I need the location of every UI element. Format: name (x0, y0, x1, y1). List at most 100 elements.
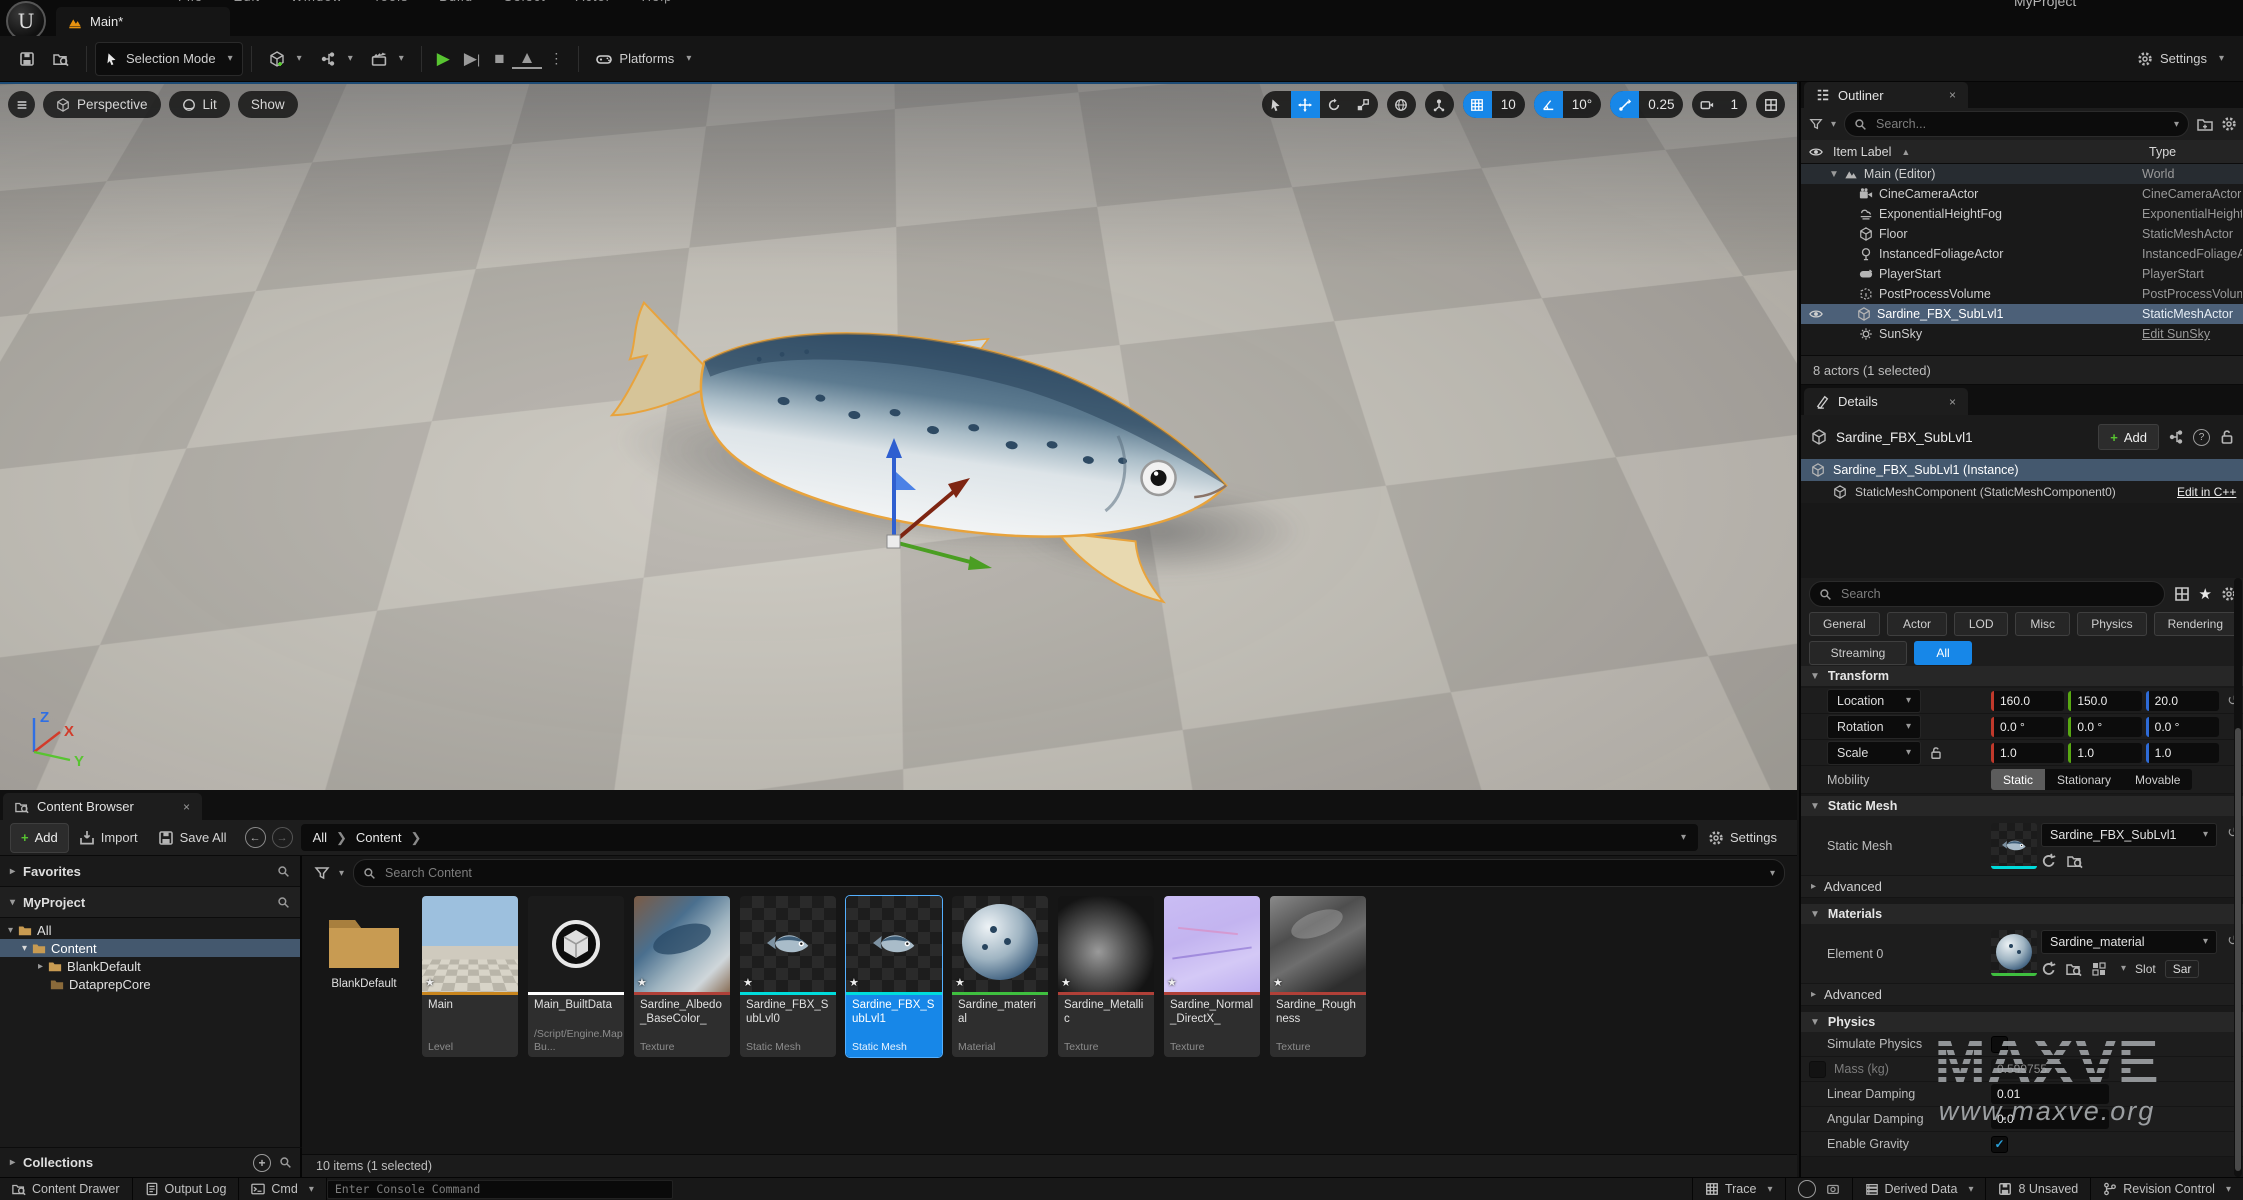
section-static-mesh[interactable]: ▼Static Mesh (1801, 796, 2243, 816)
asset-sardine-roughness[interactable]: ★ Sardine_RoughnessTexture (1270, 896, 1366, 1057)
scale-z-field[interactable]: 1.0 (2146, 743, 2219, 763)
slot-name-field[interactable]: Sar (2165, 960, 2200, 978)
outliner-row[interactable]: SunSky Edit SunSky (1801, 324, 2243, 344)
location-y-field[interactable]: 150.0 (2068, 691, 2141, 711)
play-button[interactable]: ▶ (430, 49, 457, 69)
blueprints-button[interactable]: ▾ (311, 43, 362, 75)
asset-sardine-fbx-sublvl0[interactable]: ★ Sardine_FBX_SubLvl0Static Mesh (740, 896, 836, 1057)
mobility-movable[interactable]: Movable (2123, 769, 2192, 790)
advanced-materials[interactable]: ▸Advanced (1801, 984, 2243, 1006)
surface-snapping-button[interactable] (1425, 91, 1454, 118)
details-search-input[interactable] (1839, 586, 2155, 602)
chip-streaming[interactable]: Streaming (1809, 641, 1907, 665)
asset-main-builtdata[interactable]: Main_BuiltData/Script/Engine.MapBu... (528, 896, 624, 1057)
view-mode-dropdown[interactable]: Lit (169, 91, 230, 118)
add-collection-icon[interactable]: + (253, 1154, 271, 1172)
search-icon[interactable] (279, 1156, 292, 1169)
unlock-icon[interactable] (2219, 429, 2235, 445)
viewport-3d[interactable]: Perspective Lit Show 10 (0, 82, 1797, 790)
display-grid-icon[interactable] (2174, 586, 2190, 602)
chip-rendering[interactable]: Rendering (2154, 612, 2237, 636)
cb-search-input[interactable] (383, 865, 1758, 881)
chip-all[interactable]: All (1914, 641, 1972, 665)
move-tool-button[interactable] (1291, 91, 1320, 118)
rotation-y-field[interactable]: 0.0 ° (2068, 717, 2141, 737)
section-physics[interactable]: ▼Physics (1801, 1012, 2243, 1032)
maximize-viewport-button[interactable] (1756, 91, 1785, 118)
mobility-static[interactable]: Static (1991, 769, 2045, 790)
tree-item-blankdefault[interactable]: ▸ BlankDefault (0, 957, 300, 975)
gizmo-x-axis[interactable] (894, 488, 958, 542)
rotation-z-field[interactable]: 0.0 ° (2146, 717, 2219, 737)
eye-icon[interactable] (1809, 307, 1823, 321)
outliner-row[interactable]: ExponentialHeightFog ExponentialHeightFo… (1801, 204, 2243, 224)
outliner-row[interactable]: PlayerStart PlayerStart (1801, 264, 2243, 284)
revision-control-dropdown[interactable]: Revision Control ▾ (2090, 1178, 2243, 1200)
cinematics-button[interactable]: ▾ (362, 43, 413, 75)
select-tool-button[interactable] (1262, 91, 1291, 118)
unreal-logo-icon[interactable]: U (6, 1, 46, 36)
asset-sardine-fbx-sublvl1-selected[interactable]: ★ Sardine_FBX_SubLvl1Static Mesh (846, 896, 942, 1057)
filter-icon[interactable] (314, 865, 330, 881)
close-icon[interactable]: × (1949, 88, 1956, 102)
material-thumbnail[interactable] (1991, 930, 2037, 976)
scale-snap-value[interactable]: 0.25 (1639, 91, 1683, 118)
stop-button[interactable]: ■ (487, 49, 511, 69)
asset-sardine-metallic[interactable]: ★ Sardine_MetallicTexture (1058, 896, 1154, 1057)
cb-add-button[interactable]: +Add (10, 823, 69, 853)
tab-content-browser[interactable]: Content Browser × (3, 793, 202, 820)
outliner-row-selected[interactable]: Sardine_FBX_SubLvl1 StaticMeshActor (1801, 304, 2243, 324)
add-actor-button[interactable]: ▾ (260, 43, 311, 75)
gizmo-plane-handle[interactable] (896, 472, 916, 490)
browse-content-button[interactable] (44, 43, 78, 75)
outliner-search-input[interactable] (1874, 116, 2162, 132)
chevron-down-icon[interactable]: ▾ (1681, 832, 1686, 843)
browse-to-asset-icon[interactable] (2067, 853, 2083, 869)
static-mesh-thumbnail[interactable] (1991, 823, 2037, 869)
enable-gravity-checkbox[interactable]: ✓ (1991, 1136, 2008, 1153)
blueprint-nodes-icon[interactable] (2168, 429, 2184, 445)
project-section[interactable]: ▾MyProject (0, 887, 300, 918)
transform-gizmo[interactable] (858, 430, 1008, 580)
static-mesh-select[interactable]: Sardine_FBX_SubLvl1▾ (2041, 823, 2217, 847)
cb-search-box[interactable]: ▾ (353, 859, 1785, 887)
asset-main[interactable]: ★ MainLevel (422, 896, 518, 1057)
component-row-instance[interactable]: Sardine_FBX_SubLvl1 (Instance) (1801, 459, 2243, 481)
rotation-dropdown[interactable]: Rotation▾ (1827, 715, 1921, 739)
use-selected-icon[interactable] (2041, 853, 2057, 869)
search-icon[interactable] (277, 865, 290, 878)
simulate-physics-checkbox[interactable] (1991, 1036, 2008, 1053)
chip-physics[interactable]: Physics (2077, 612, 2146, 636)
angular-damping-field[interactable]: 0.0 (1991, 1109, 2109, 1129)
section-transform[interactable]: ▼Transform (1801, 666, 2243, 686)
section-materials[interactable]: ▼Materials (1801, 904, 2243, 924)
help-icon[interactable]: ? (2193, 429, 2210, 446)
details-search-box[interactable] (1809, 581, 2165, 607)
forward-button[interactable]: → (272, 827, 293, 848)
play-options-button[interactable]: ⋮ (542, 50, 570, 67)
browse-to-asset-icon[interactable] (2066, 961, 2082, 977)
asset-blankdefault[interactable]: BlankDefault (316, 896, 412, 990)
gear-icon[interactable] (2221, 116, 2237, 132)
add-component-button[interactable]: +Add (2098, 424, 2159, 450)
toolbar-settings-dropdown[interactable]: Settings ▾ (2128, 43, 2233, 75)
mobility-stationary[interactable]: Stationary (2045, 769, 2123, 790)
grid-snap-value[interactable]: 10 (1492, 91, 1525, 118)
scale-lock-icon[interactable] (1929, 746, 1943, 760)
outliner-row[interactable]: InstancedFoliageActor InstancedFoliageAc… (1801, 244, 2243, 264)
scale-y-field[interactable]: 1.0 (2068, 743, 2141, 763)
cmd-dropdown[interactable]: Cmd ▾ (239, 1178, 326, 1200)
level-tab[interactable]: Main* (56, 7, 230, 36)
column-item-label[interactable]: Item Label (1833, 145, 1891, 159)
location-x-field[interactable]: 160.0 (1991, 691, 2064, 711)
favorites-section[interactable]: ▸Favorites (0, 856, 300, 887)
snapshot-icon[interactable] (1826, 1182, 1840, 1196)
back-button[interactable]: ← (245, 827, 266, 848)
grid-snap-toggle[interactable] (1463, 91, 1492, 118)
breadcrumb-content[interactable]: Content (356, 830, 402, 845)
camera-speed-value[interactable]: 1 (1721, 91, 1747, 118)
world-local-toggle[interactable] (1387, 91, 1416, 118)
advanced-static-mesh[interactable]: ▸Advanced (1801, 876, 2243, 898)
insights-icon[interactable] (1798, 1180, 1816, 1198)
chip-general[interactable]: General (1809, 612, 1880, 636)
